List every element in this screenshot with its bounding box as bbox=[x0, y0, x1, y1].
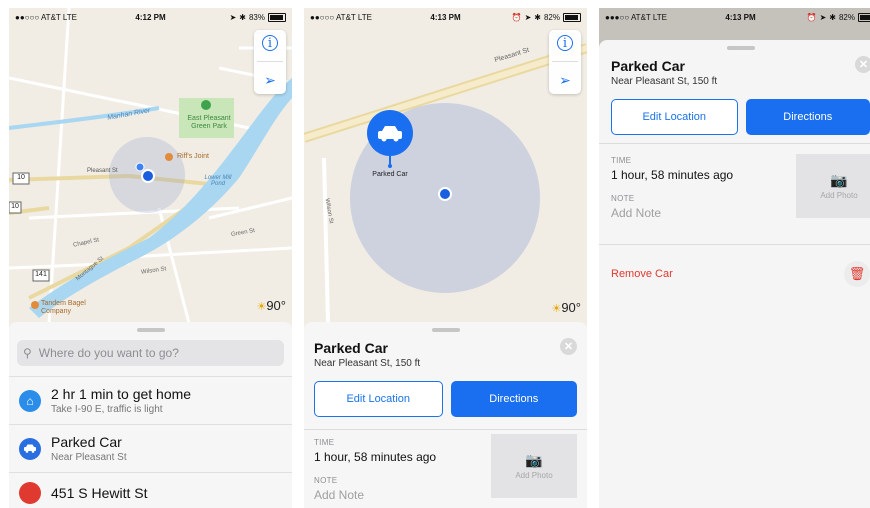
alarm-icon: ⏰ bbox=[511, 12, 522, 22]
list-item-title: Parked Car bbox=[51, 434, 122, 450]
bluetooth-icon: ✱ bbox=[534, 12, 541, 22]
divider bbox=[599, 143, 870, 144]
home-icon: ⌂ bbox=[19, 389, 41, 412]
search-input[interactable] bbox=[36, 345, 278, 361]
sheet-grabber[interactable] bbox=[136, 328, 165, 332]
tracking-arrow-icon[interactable]: ➢ bbox=[264, 72, 276, 89]
info-icon[interactable]: i bbox=[557, 35, 573, 51]
remove-car-button[interactable]: Remove Car bbox=[611, 268, 673, 280]
battery-percent: 82% bbox=[543, 12, 560, 22]
parked-car-card: Parked Car Near Pleasant St, 150 ft ✕ Ed… bbox=[599, 40, 870, 508]
battery-percent: 82% bbox=[838, 12, 855, 22]
map-label-pleasant-st: Pleasant St bbox=[87, 168, 118, 174]
parked-car-card: Parked Car Near Pleasant St, 150 ft ✕ Ed… bbox=[304, 322, 587, 508]
carrier-label: ●●○○○ AT&T LTE bbox=[15, 12, 77, 22]
remove-car-trash-button[interactable]: 🗑 bbox=[844, 261, 870, 287]
add-photo-label: Add Photo bbox=[820, 191, 858, 200]
directions-button[interactable]: Directions bbox=[745, 99, 870, 135]
route-shield-10b: 10 bbox=[11, 203, 19, 210]
close-button[interactable]: ✕ bbox=[855, 56, 870, 73]
location-icon: ➤ bbox=[524, 12, 532, 22]
card-title: Parked Car bbox=[611, 58, 685, 74]
weather-sun-icon: ☀ bbox=[551, 303, 562, 315]
battery-icon bbox=[858, 12, 870, 22]
screen-parked-car-map: ●●○○○ AT&T LTE 4:13 PM ⏰ ➤ ✱ 82% Pleasan… bbox=[304, 8, 587, 508]
list-item-subtitle: Take I-90 E, traffic is light bbox=[51, 404, 163, 415]
parked-car-pin-label: Parked Car bbox=[372, 171, 408, 178]
weather-indicator: ☀90° bbox=[256, 298, 286, 313]
carrier-label: ●●●○○ AT&T LTE bbox=[605, 12, 667, 22]
map-label-joint: Riff's Joint bbox=[177, 153, 209, 160]
close-icon: ✕ bbox=[858, 59, 869, 71]
weather-sun-icon: ☀ bbox=[256, 301, 267, 313]
map-view[interactable]: Manhan River East Pleasant Green Park Pl… bbox=[9, 8, 292, 323]
edit-location-button[interactable]: Edit Location bbox=[611, 99, 738, 135]
trash-icon: 🗑 bbox=[848, 266, 866, 281]
add-photo-button[interactable]: 📷 Add Photo bbox=[796, 154, 870, 218]
list-item-title: 451 S Hewitt St bbox=[51, 485, 148, 501]
parked-car-pin[interactable] bbox=[367, 110, 413, 156]
list-item-home[interactable]: ⌂ 2 hr 1 min to get home Take I-90 E, tr… bbox=[9, 376, 292, 424]
map-drawing bbox=[304, 8, 587, 323]
pin-icon bbox=[19, 482, 41, 504]
screen-map-home: ●●○○○ AT&T LTE 4:12 PM ➤ ✱ 83% Manhan Ri… bbox=[9, 8, 292, 508]
map-label-bagel: Tandem Bagel Company bbox=[41, 300, 86, 315]
tracking-arrow-icon[interactable]: ➢ bbox=[559, 72, 571, 89]
weather-indicator: ☀90° bbox=[551, 300, 581, 315]
screen-parked-car-expanded: ●●●○○ AT&T LTE 4:13 PM ⏰ ➤ ✱ 82% Parked … bbox=[599, 8, 870, 508]
weather-temp: 90° bbox=[266, 298, 286, 313]
list-item-subtitle: Near Pleasant St bbox=[51, 452, 127, 463]
map-view[interactable]: Pleasant St Wilson St Parked Car i ➢ ☀90… bbox=[304, 8, 587, 323]
list-item-address[interactable]: 451 S Hewitt St bbox=[9, 472, 292, 508]
status-bar: ●●○○○ AT&T LTE 4:12 PM ➤ ✱ 83% bbox=[9, 8, 292, 26]
map-label-pond: Lower Mill Pond bbox=[204, 175, 232, 187]
battery-icon bbox=[268, 12, 286, 22]
list-item-parked-car[interactable]: Parked Car Near Pleasant St bbox=[9, 424, 292, 472]
map-drawing bbox=[9, 8, 292, 323]
card-title: Parked Car bbox=[314, 340, 388, 356]
card-subtitle: Near Pleasant St, 150 ft bbox=[611, 76, 718, 87]
list-item-title: 2 hr 1 min to get home bbox=[51, 386, 192, 402]
search-sheet: ⚲ ⌂ 2 hr 1 min to get home Take I-90 E, … bbox=[9, 322, 292, 508]
search-icon: ⚲ bbox=[23, 346, 32, 360]
search-bar[interactable]: ⚲ bbox=[17, 340, 284, 366]
battery-icon bbox=[563, 12, 581, 22]
close-button[interactable]: ✕ bbox=[560, 338, 577, 355]
location-icon: ➤ bbox=[229, 12, 237, 22]
edit-location-button[interactable]: Edit Location bbox=[314, 381, 443, 417]
location-icon: ➤ bbox=[819, 12, 827, 22]
status-bar: ●●○○○ AT&T LTE 4:13 PM ⏰ ➤ ✱ 82% bbox=[304, 8, 587, 26]
sheet-grabber[interactable] bbox=[431, 328, 460, 332]
card-subtitle: Near Pleasant St, 150 ft bbox=[314, 358, 421, 369]
bluetooth-icon: ✱ bbox=[829, 12, 836, 22]
status-bar: ●●●○○ AT&T LTE 4:13 PM ⏰ ➤ ✱ 82% bbox=[599, 8, 870, 26]
camera-icon: 📷 bbox=[525, 452, 543, 468]
close-icon: ✕ bbox=[563, 341, 574, 353]
route-shield-141: 141 bbox=[35, 271, 47, 278]
divider bbox=[304, 429, 587, 430]
weather-temp: 90° bbox=[561, 300, 581, 315]
add-photo-button[interactable]: 📷 Add Photo bbox=[491, 434, 577, 498]
divider bbox=[599, 244, 870, 245]
alarm-icon: ⏰ bbox=[806, 12, 817, 22]
map-controls: i ➢ bbox=[549, 30, 581, 94]
battery-percent: 83% bbox=[248, 12, 265, 22]
sheet-grabber[interactable] bbox=[726, 46, 755, 50]
map-controls: i ➢ bbox=[254, 30, 286, 94]
map-label-park: East Pleasant Green Park bbox=[187, 115, 231, 130]
carrier-label: ●●○○○ AT&T LTE bbox=[310, 12, 372, 22]
camera-icon: 📷 bbox=[830, 172, 848, 188]
bluetooth-icon: ✱ bbox=[239, 12, 246, 22]
route-shield-10: 10 bbox=[17, 174, 25, 181]
directions-button[interactable]: Directions bbox=[450, 381, 577, 417]
car-icon bbox=[19, 437, 41, 460]
add-photo-label: Add Photo bbox=[515, 471, 553, 480]
info-icon[interactable]: i bbox=[262, 35, 278, 51]
